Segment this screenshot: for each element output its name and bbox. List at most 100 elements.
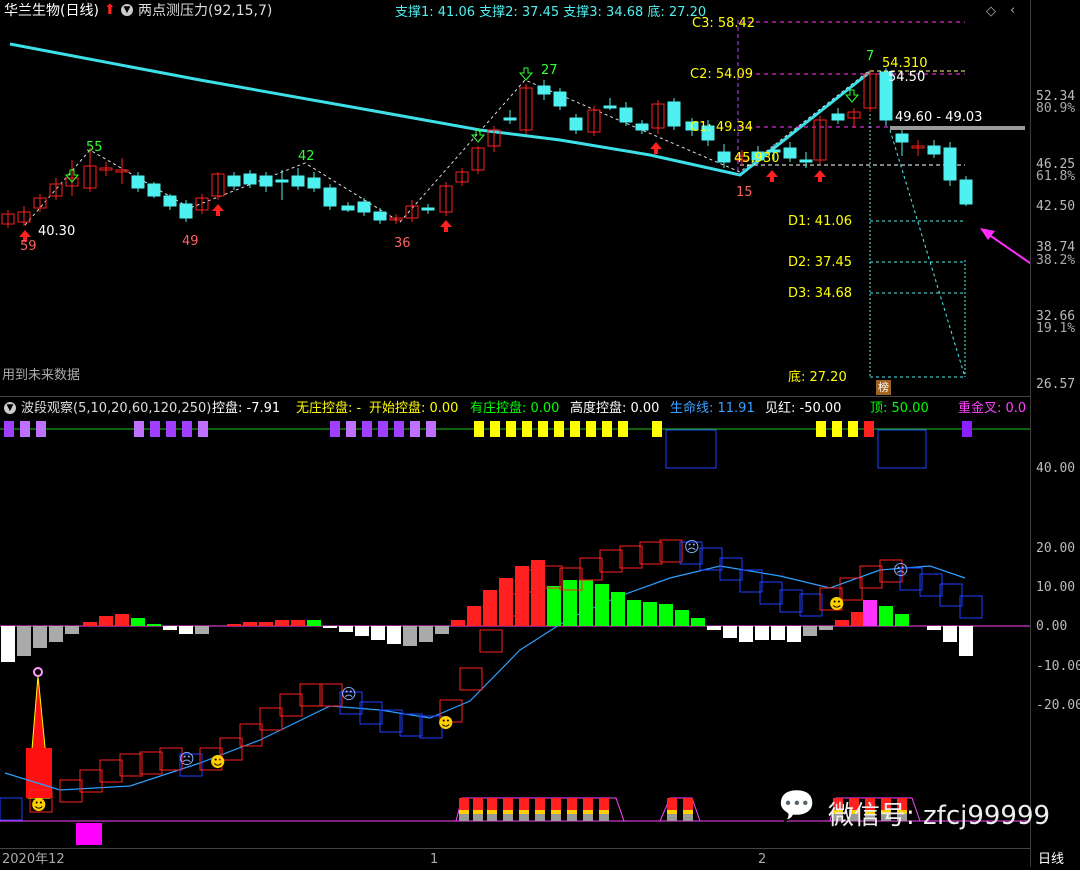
candle <box>179 203 193 219</box>
ind-control: 控盘: -7.91 <box>212 401 281 416</box>
histogram-bar <box>49 626 63 642</box>
stack-grey <box>683 814 693 821</box>
buy-arrow-icon <box>766 170 778 182</box>
step-box <box>59 779 83 803</box>
ind-lifeline: 生命线: 11.91 <box>670 401 755 416</box>
stack-red <box>459 798 469 810</box>
ind-axis-3: 10.00 <box>1036 580 1076 595</box>
signal-square <box>538 421 548 437</box>
signal-square <box>134 421 144 437</box>
histogram-bar <box>643 602 657 626</box>
histogram-bar <box>115 614 129 626</box>
indicator-panel-title[interactable]: 波段观察(5,10,20,60,120,250) <box>21 401 211 416</box>
candle <box>783 147 797 159</box>
candlestick-chart[interactable] <box>0 0 1030 396</box>
signal-square <box>378 421 388 437</box>
smiley-icon: ☻ <box>829 595 845 613</box>
candle <box>357 201 371 213</box>
period-label[interactable]: 日线 <box>1038 852 1064 867</box>
histogram-bar <box>33 626 47 648</box>
step-box <box>139 751 163 775</box>
axis-pct-1: 80.9% <box>1036 101 1076 116</box>
histogram-bar <box>579 580 593 626</box>
buy-arrow-icon <box>814 170 826 182</box>
step-box <box>479 629 503 653</box>
sell-arrow-icon <box>518 67 534 81</box>
stack-red <box>503 798 513 810</box>
step-box <box>799 593 823 617</box>
signal-square <box>832 421 842 437</box>
wechat-watermark: 💬 微信号: zfcj99999 <box>778 788 1050 840</box>
histogram-bar <box>803 626 817 636</box>
stack-red <box>519 798 529 810</box>
candle <box>243 173 257 185</box>
step-box <box>579 557 603 581</box>
stack-red <box>535 798 545 810</box>
signal-square <box>346 421 356 437</box>
histogram-bar <box>163 626 177 630</box>
histogram-bar <box>547 586 561 626</box>
histogram-bar <box>227 624 241 626</box>
signal-square <box>506 421 516 437</box>
indicator-dropdown-icon[interactable]: ▼ <box>4 402 16 414</box>
histogram-bar <box>371 626 385 640</box>
stack-grey <box>503 814 513 821</box>
stack-red <box>473 798 483 810</box>
signal-square <box>20 421 30 437</box>
step-box <box>779 589 803 613</box>
step-box <box>399 713 423 737</box>
step-box <box>239 723 263 747</box>
histogram-bar <box>131 618 145 626</box>
histogram-bar <box>483 590 497 626</box>
date-start: 2020年12 <box>2 852 65 867</box>
candle <box>603 105 617 109</box>
ind-top: 顶: 50.00 <box>870 401 929 416</box>
buy-arrow-icon <box>650 142 662 154</box>
bottom-zone <box>659 797 701 822</box>
smiley-icon: ☻ <box>438 714 454 732</box>
pivot-55: 55 <box>86 140 103 155</box>
signal-square <box>522 421 532 437</box>
buy-arrow-icon <box>440 220 452 232</box>
signal-square <box>962 421 972 437</box>
step-box <box>939 583 963 607</box>
wechat-icon: 💬 <box>778 788 816 823</box>
histogram-bar <box>927 626 941 630</box>
pivot-36: 36 <box>394 236 411 251</box>
histogram-bar <box>243 622 257 626</box>
c2-label: C2: 54.09 <box>690 67 754 82</box>
histogram-bar <box>195 626 209 634</box>
date-tick-2: 2 <box>758 852 767 867</box>
candle <box>667 101 681 127</box>
ind-axis-4: 0.00 <box>1036 619 1068 634</box>
candle <box>503 117 517 121</box>
histogram-bar <box>771 626 785 640</box>
stack-grey <box>487 814 497 821</box>
histogram-bar <box>895 614 909 626</box>
stack-red <box>583 798 593 810</box>
candle <box>537 85 551 95</box>
candle <box>227 175 241 187</box>
candle <box>307 177 321 189</box>
candle <box>291 175 305 187</box>
step-box <box>259 707 283 731</box>
signal-square <box>848 421 858 437</box>
histogram-bar <box>419 626 433 642</box>
signal-square <box>166 421 176 437</box>
histogram-bar <box>307 620 321 626</box>
ind-axis-6: -20.00 <box>1036 698 1080 713</box>
stack-red <box>567 798 577 810</box>
axis-pct-3: 38.2% <box>1036 253 1076 268</box>
histogram-bar <box>675 610 689 626</box>
axis-price-6: 26.57 <box>1036 377 1076 392</box>
rank-badge[interactable]: 榜 <box>876 380 891 395</box>
candle <box>373 211 387 221</box>
signal-square <box>554 421 564 437</box>
histogram-bar <box>323 626 337 628</box>
signal-square <box>362 421 372 437</box>
stack-red <box>487 798 497 810</box>
signal-square <box>150 421 160 437</box>
signal-square <box>36 421 46 437</box>
c1-label: C1: 49.34 <box>690 120 754 135</box>
step-box <box>759 581 783 605</box>
